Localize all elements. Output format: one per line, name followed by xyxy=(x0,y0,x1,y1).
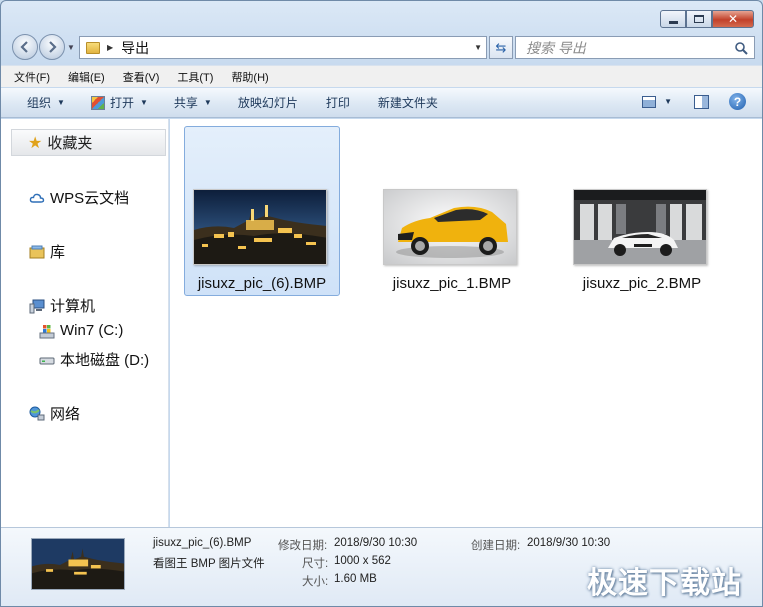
file-name: jisuxz_pic_1.BMP xyxy=(392,275,512,292)
print-button[interactable]: 打印 xyxy=(318,91,358,114)
address-dropdown-icon[interactable]: ▼ xyxy=(474,43,482,52)
menu-tools[interactable]: 工具(T) xyxy=(174,67,216,87)
nav-item-wps-cloud[interactable]: WPS云文档 xyxy=(29,187,129,208)
maximize-button[interactable] xyxy=(686,10,712,28)
file-thumbnail xyxy=(193,189,327,265)
preview-pane-icon[interactable] xyxy=(694,94,709,109)
menu-help[interactable]: 帮助(H) xyxy=(228,67,271,87)
new-folder-label: 新建文件夹 xyxy=(377,96,438,110)
library-icon xyxy=(29,244,45,260)
file-list-area: jisuxz_pic_(6).BMP jisuxz_pic_1.BMP jisu… xyxy=(170,119,762,527)
star-icon: ★ xyxy=(28,134,43,152)
file-tile[interactable]: jisuxz_pic_1.BMP xyxy=(374,126,530,296)
slideshow-button[interactable]: 放映幻灯片 xyxy=(230,91,306,114)
file-name: jisuxz_pic_(6).BMP xyxy=(197,275,327,292)
library-label: 库 xyxy=(50,244,66,261)
toolbar-right: ▼ ? xyxy=(642,93,746,110)
share-label: 共享 xyxy=(173,96,198,110)
details-file-name: jisuxz_pic_(6).BMP xyxy=(153,537,252,549)
forward-button[interactable] xyxy=(39,34,65,60)
navigation-row: ▼ ▶ 导出 ▼ ⇆ 搜索 导出 xyxy=(9,33,755,61)
maximize-icon xyxy=(694,15,704,23)
network-label: 网络 xyxy=(50,406,81,423)
address-bar[interactable]: ▶ 导出 ▼ xyxy=(79,36,487,59)
explorer-window: ✕ ▼ ▶ 导出 ▼ ⇆ 搜索 导出 文件(F) 编辑(E) 查看(V) 工具(… xyxy=(0,0,763,607)
minimize-button[interactable] xyxy=(660,10,686,28)
close-button[interactable]: ✕ xyxy=(712,10,754,28)
close-icon: ✕ xyxy=(727,12,739,26)
details-pane: jisuxz_pic_(6).BMP 看图王 BMP 图片文件 修改日期: 20… xyxy=(1,527,762,606)
recent-pages-dropdown[interactable]: ▼ xyxy=(67,43,75,52)
image-viewer-icon xyxy=(90,95,105,110)
dimensions-label: 尺寸: xyxy=(302,558,329,570)
share-button[interactable]: 共享 ▼ xyxy=(166,91,220,114)
network-icon xyxy=(29,406,45,422)
nav-item-network[interactable]: 网络 xyxy=(29,403,80,424)
size-label: 大小: xyxy=(302,576,329,588)
back-button[interactable] xyxy=(12,34,38,60)
file-tile[interactable]: jisuxz_pic_2.BMP xyxy=(564,126,720,296)
help-icon[interactable]: ? xyxy=(729,93,746,110)
refresh-icon: ⇆ xyxy=(495,39,507,55)
size-value: 1.60 MB xyxy=(334,573,377,585)
dimensions-value: 1000 x 562 xyxy=(334,555,391,567)
file-tile[interactable]: jisuxz_pic_(6).BMP xyxy=(184,126,340,296)
chevron-down-icon: ▼ xyxy=(139,98,148,107)
menu-bar: 文件(F) 编辑(E) 查看(V) 工具(T) 帮助(H) xyxy=(1,65,762,87)
breadcrumb-current-folder[interactable]: 导出 xyxy=(121,38,149,58)
chevron-down-icon: ▼ xyxy=(203,98,212,107)
details-file-type: 看图王 BMP 图片文件 xyxy=(153,558,265,570)
nav-item-drive-d[interactable]: 本地磁盘 (D:) xyxy=(39,349,149,370)
folder-icon xyxy=(86,41,100,54)
hard-drive-icon xyxy=(39,352,55,368)
nav-item-library[interactable]: 库 xyxy=(29,241,65,262)
search-icon[interactable] xyxy=(734,41,748,55)
caption-buttons: ✕ xyxy=(660,10,754,28)
menu-file[interactable]: 文件(F) xyxy=(11,67,53,87)
refresh-button[interactable]: ⇆ xyxy=(489,36,513,59)
search-box[interactable]: 搜索 导出 xyxy=(515,36,755,59)
created-date-label: 创建日期: xyxy=(471,540,521,552)
file-thumbnail xyxy=(383,189,517,265)
nav-item-drive-c[interactable]: Win7 (C:) xyxy=(39,322,123,339)
minimize-icon xyxy=(668,20,678,24)
arrow-right-icon xyxy=(49,41,57,53)
computer-label: 计算机 xyxy=(50,298,96,315)
favorites-item[interactable]: ★ 收藏夹 xyxy=(11,129,166,156)
view-options-dropdown[interactable]: ▼ xyxy=(664,97,672,106)
open-label: 打开 xyxy=(109,96,134,110)
modified-date-label: 修改日期: xyxy=(278,540,328,552)
arrow-left-icon xyxy=(20,41,28,53)
navigation-pane: ★ 收藏夹 WPS云文档 库 计算机 Win7 (C:) 本地磁盘 (D:) 网… xyxy=(1,119,169,527)
modified-date-value: 2018/9/30 10:30 xyxy=(334,537,418,549)
menu-view[interactable]: 查看(V) xyxy=(120,67,163,87)
drive-c-label: Win7 (C:) xyxy=(60,322,124,339)
slideshow-label: 放映幻灯片 xyxy=(237,96,298,110)
change-view-icon[interactable] xyxy=(642,95,657,108)
chevron-down-icon: ▼ xyxy=(57,98,65,107)
file-thumbnail xyxy=(573,189,707,265)
details-thumbnail xyxy=(31,538,125,590)
wps-cloud-label: WPS云文档 xyxy=(50,190,130,207)
computer-icon xyxy=(29,298,45,314)
command-bar: 组织 ▼ 打开 ▼ 共享 ▼ 放映幻灯片 打印 新建文件夹 ▼ ? xyxy=(1,88,762,118)
open-button[interactable]: 打开 ▼ xyxy=(83,91,156,114)
organize-button[interactable]: 组织 ▼ xyxy=(19,91,73,114)
windows-drive-icon xyxy=(39,323,55,339)
created-date-value: 2018/9/30 10:30 xyxy=(527,537,611,549)
cloud-icon xyxy=(29,190,45,206)
new-folder-button[interactable]: 新建文件夹 xyxy=(370,91,446,114)
search-input[interactable]: 搜索 导出 xyxy=(526,38,586,58)
file-name: jisuxz_pic_2.BMP xyxy=(582,275,702,292)
drive-d-label: 本地磁盘 (D:) xyxy=(60,352,150,369)
site-watermark: 极速下载站 xyxy=(587,567,742,600)
print-label: 打印 xyxy=(325,96,350,110)
menu-edit[interactable]: 编辑(E) xyxy=(65,67,108,87)
favorites-label: 收藏夹 xyxy=(47,135,93,152)
nav-item-computer[interactable]: 计算机 xyxy=(29,295,95,316)
breadcrumb-arrow-icon[interactable]: ▶ xyxy=(107,43,113,52)
organize-label: 组织 xyxy=(27,96,52,110)
